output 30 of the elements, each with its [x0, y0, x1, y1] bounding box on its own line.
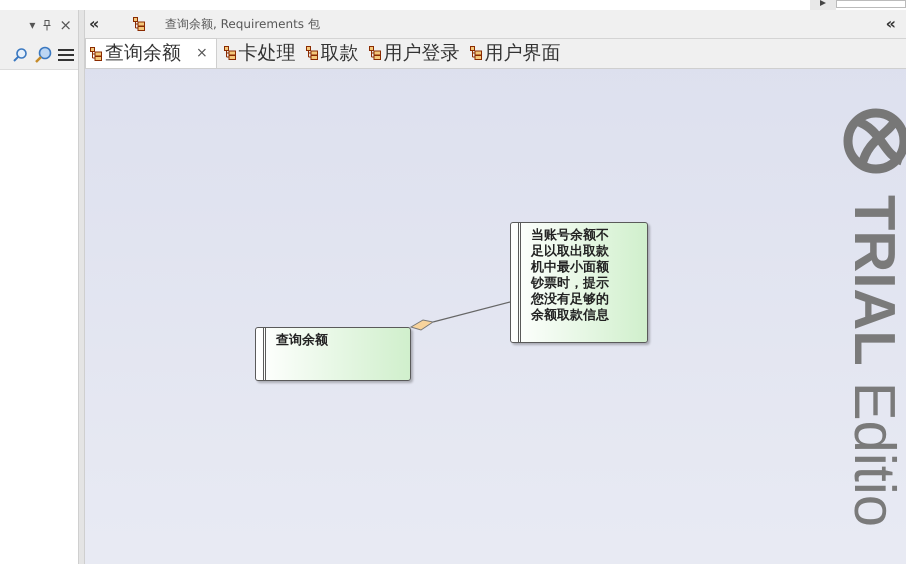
- requirement-text: 查询余额: [276, 333, 329, 349]
- diagram-title: 查询余额, Requirements 包: [165, 16, 321, 33]
- search-field[interactable]: [836, 0, 906, 8]
- dropdown-icon[interactable]: ▾: [29, 16, 36, 34]
- package-icon: [90, 46, 102, 60]
- package-icon: [306, 46, 318, 60]
- diagram-tab[interactable]: 用户界面: [466, 38, 564, 68]
- diagram-canvas[interactable]: 查询余额 当账号余额不足以取出取款机中最小面额钞票时，提示您没有足够的余额取款信息 TRIAL Editio: [85, 69, 906, 564]
- arrow-icon: [820, 0, 826, 6]
- search-icon[interactable]: [34, 46, 52, 64]
- search-icon[interactable]: [12, 46, 28, 62]
- requirement-element[interactable]: 查询余额: [255, 327, 411, 381]
- pin-icon[interactable]: [43, 20, 52, 30]
- package-icon: [368, 46, 381, 60]
- close-icon[interactable]: ×: [196, 43, 208, 64]
- menu-icon[interactable]: [58, 48, 74, 60]
- diagram-tab[interactable]: 卡处理: [220, 38, 299, 68]
- diagram-tab[interactable]: 取款: [302, 38, 362, 68]
- requirement-element[interactable]: 当账号余额不足以取出取款机中最小面额钞票时，提示您没有足够的余额取款信息: [510, 222, 648, 343]
- diagram-tab[interactable]: 查询余额 ×: [85, 38, 217, 68]
- expand-icon[interactable]: «: [886, 12, 896, 36]
- package-icon: [470, 46, 482, 60]
- package-icon: [224, 46, 236, 60]
- package-icon: [133, 17, 145, 31]
- close-icon[interactable]: ×: [59, 14, 72, 36]
- watermark-text: TRIAL Editio: [845, 195, 903, 527]
- collapse-icon[interactable]: «: [89, 12, 125, 36]
- dropdown-arrow-button[interactable]: [810, 0, 836, 10]
- diagram-tab[interactable]: 用户登录: [366, 38, 463, 68]
- requirement-text: 当账号余额不足以取出取款机中最小面额钞票时，提示您没有足够的余额取款信息: [531, 228, 610, 324]
